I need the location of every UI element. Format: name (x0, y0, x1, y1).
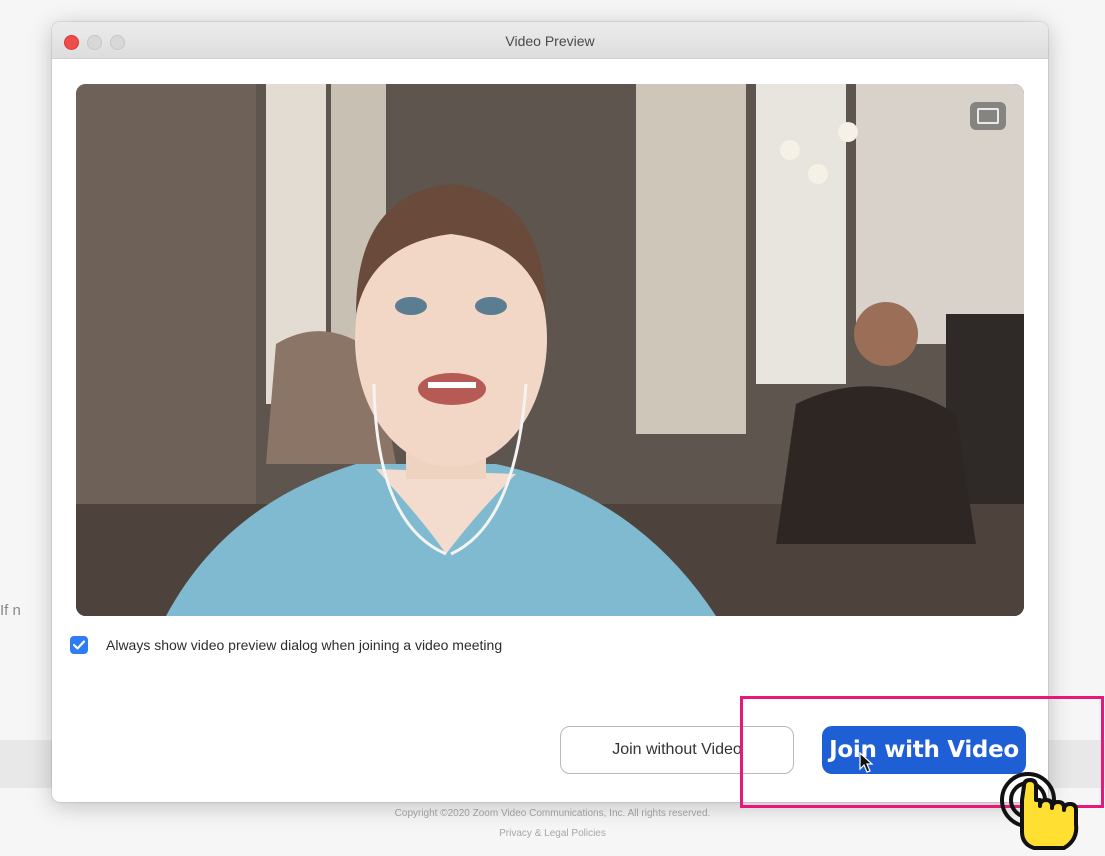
copyright-text: Copyright ©2020 Zoom Video Communication… (394, 808, 711, 819)
checkmark-icon (73, 640, 85, 650)
privacy-link[interactable]: Privacy & Legal Policies (0, 828, 1105, 839)
always-show-preview-row[interactable]: Always show video preview dialog when jo… (70, 634, 502, 656)
pointer-cursor-icon (859, 752, 874, 773)
video-frame (76, 84, 1024, 616)
always-show-preview-checkbox[interactable] (70, 636, 88, 654)
video-preview-dialog: Video Preview Always show video preview … (52, 22, 1048, 802)
always-show-preview-label: Always show video preview dialog when jo… (106, 637, 503, 653)
dialog-title: Video Preview (505, 33, 595, 49)
hand-tap-icon (1000, 772, 1079, 850)
video-toggle-inner (977, 108, 999, 124)
video-preview (76, 84, 1024, 616)
background-partial-text: If n (0, 602, 21, 619)
title-bar: Video Preview (52, 22, 1048, 59)
video-toggle-icon[interactable] (970, 102, 1006, 130)
